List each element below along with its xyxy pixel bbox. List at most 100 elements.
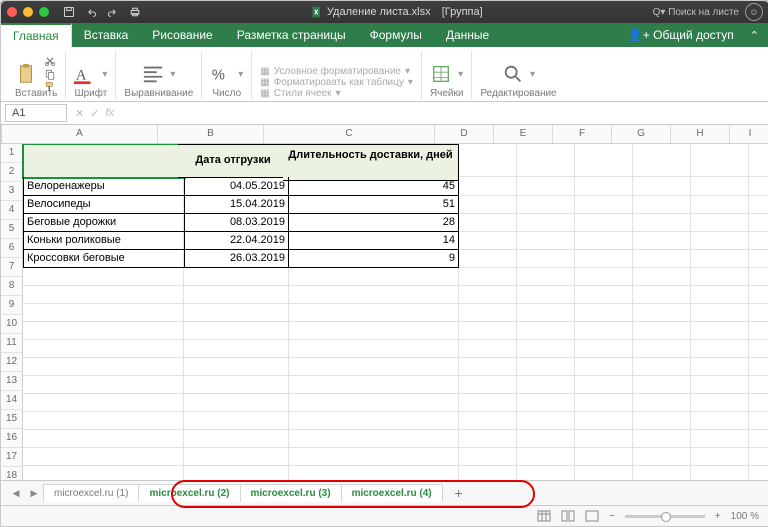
cell[interactable]: 51: [283, 195, 459, 214]
row-header[interactable]: 16: [1, 429, 23, 448]
zoom-level[interactable]: 100 %: [731, 511, 759, 522]
cell[interactable]: [743, 321, 768, 340]
cell[interactable]: [511, 393, 575, 412]
tab-draw[interactable]: Рисование: [140, 24, 224, 46]
cell[interactable]: [743, 267, 768, 286]
cell[interactable]: [569, 177, 633, 196]
chevron-down-icon[interactable]: ▾: [458, 69, 463, 80]
cell[interactable]: [283, 267, 459, 286]
zoom-in-button[interactable]: +: [715, 511, 721, 522]
cell[interactable]: [569, 321, 633, 340]
cell[interactable]: [685, 375, 749, 394]
redo-icon[interactable]: [107, 6, 119, 18]
cell[interactable]: [569, 339, 633, 358]
cell[interactable]: [743, 144, 768, 177]
name-box[interactable]: A1: [5, 104, 67, 122]
tab-page-layout[interactable]: Разметка страницы: [225, 24, 358, 46]
page-break-icon[interactable]: [585, 510, 599, 522]
cell[interactable]: [23, 321, 184, 340]
tab-insert[interactable]: Вставка: [72, 24, 141, 46]
cell[interactable]: [627, 144, 691, 177]
row-header[interactable]: 17: [1, 448, 23, 467]
minimize-window-button[interactable]: [23, 7, 33, 17]
cell[interactable]: [685, 285, 749, 304]
cell[interactable]: 9: [283, 249, 459, 268]
cell[interactable]: [511, 213, 575, 232]
close-window-button[interactable]: [7, 7, 17, 17]
cell[interactable]: [178, 429, 289, 448]
save-icon[interactable]: [63, 6, 75, 18]
cell[interactable]: [627, 411, 691, 430]
cell[interactable]: [569, 267, 633, 286]
cell[interactable]: [23, 303, 184, 322]
cell[interactable]: [743, 249, 768, 268]
cell[interactable]: [453, 195, 517, 214]
chevron-down-icon[interactable]: ▾: [238, 69, 243, 80]
cell[interactable]: [178, 267, 289, 286]
cell[interactable]: [627, 213, 691, 232]
row-header[interactable]: 4: [1, 201, 23, 220]
cell[interactable]: [627, 285, 691, 304]
cell[interactable]: Велоренажеры: [23, 177, 185, 196]
cell[interactable]: [743, 429, 768, 448]
cell[interactable]: [685, 144, 749, 177]
cell[interactable]: [511, 285, 575, 304]
cell[interactable]: [569, 285, 633, 304]
cell[interactable]: [685, 321, 749, 340]
cell[interactable]: [685, 411, 749, 430]
cell[interactable]: Длительность доставки, дней: [283, 144, 459, 181]
font-icon[interactable]: A: [74, 63, 96, 85]
cell[interactable]: [23, 339, 184, 358]
cell[interactable]: [511, 375, 575, 394]
cell[interactable]: [569, 411, 633, 430]
cell[interactable]: [569, 429, 633, 448]
sheet-tab[interactable]: microexcel.ru (4): [341, 484, 443, 502]
cell[interactable]: [453, 447, 517, 466]
column-header[interactable]: H: [671, 125, 730, 143]
row-header[interactable]: 6: [1, 239, 23, 258]
zoom-out-button[interactable]: −: [609, 511, 615, 522]
cell[interactable]: 04.05.2019: [178, 177, 289, 196]
cell[interactable]: [178, 285, 289, 304]
chevron-down-icon[interactable]: ▾: [102, 69, 107, 80]
row-header[interactable]: 13: [1, 372, 23, 391]
cell[interactable]: [511, 303, 575, 322]
cell[interactable]: [627, 267, 691, 286]
cell[interactable]: [627, 393, 691, 412]
cell[interactable]: 15.04.2019: [178, 195, 289, 214]
row-header[interactable]: 18: [1, 467, 23, 480]
cell[interactable]: [685, 447, 749, 466]
cell[interactable]: [743, 375, 768, 394]
cell[interactable]: [23, 465, 184, 480]
column-header[interactable]: B: [158, 125, 264, 143]
cell[interactable]: [453, 267, 517, 286]
cell[interactable]: [627, 195, 691, 214]
cell[interactable]: [685, 213, 749, 232]
cell-area[interactable]: Дата отгрузкиДлительность доставки, дней…: [23, 144, 768, 480]
column-header[interactable]: D: [435, 125, 494, 143]
cell[interactable]: [685, 231, 749, 250]
sheet-nav-prev[interactable]: ◀: [9, 486, 23, 500]
cell[interactable]: [511, 447, 575, 466]
column-header[interactable]: G: [612, 125, 671, 143]
cell[interactable]: [743, 285, 768, 304]
cell[interactable]: [569, 195, 633, 214]
cell[interactable]: 14: [283, 231, 459, 250]
cell[interactable]: [511, 177, 575, 196]
sheet-tab[interactable]: microexcel.ru (1): [43, 484, 139, 502]
cell[interactable]: [178, 321, 289, 340]
cell[interactable]: [511, 231, 575, 250]
cell[interactable]: [453, 177, 517, 196]
cell[interactable]: [453, 249, 517, 268]
sheet-tab[interactable]: microexcel.ru (3): [240, 484, 342, 502]
cell[interactable]: [685, 393, 749, 412]
cell[interactable]: Коньки роликовые: [23, 231, 185, 250]
cancel-formula-icon[interactable]: ✕: [75, 107, 84, 120]
cell[interactable]: [283, 447, 459, 466]
cell[interactable]: [453, 303, 517, 322]
cell[interactable]: Дата отгрузки: [178, 144, 289, 178]
column-header[interactable]: I: [730, 125, 768, 143]
cut-icon[interactable]: [43, 55, 57, 67]
cell[interactable]: [178, 393, 289, 412]
cell[interactable]: [685, 195, 749, 214]
